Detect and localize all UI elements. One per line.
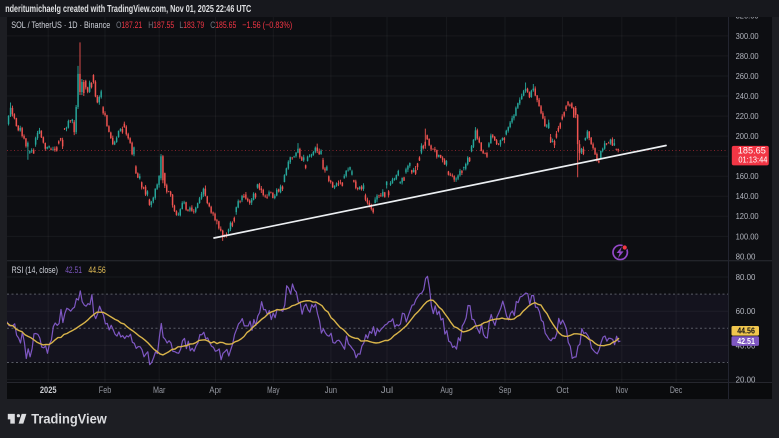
- svg-text:44.56: 44.56: [88, 265, 105, 276]
- svg-text:100.00: 100.00: [736, 231, 759, 241]
- svg-text:Apr: Apr: [209, 385, 221, 395]
- svg-text:Feb: Feb: [99, 385, 111, 395]
- svg-text:60.00: 60.00: [736, 306, 756, 316]
- svg-text:Dec: Dec: [670, 385, 683, 395]
- svg-text:240.00: 240.00: [736, 91, 759, 101]
- svg-text:42.51: 42.51: [65, 265, 82, 276]
- svg-text:20.00: 20.00: [736, 375, 756, 385]
- svg-text:Oct: Oct: [556, 385, 569, 395]
- svg-text:200.00: 200.00: [736, 131, 759, 141]
- svg-text:O187.21: O187.21: [116, 20, 142, 31]
- svg-text:Aug: Aug: [440, 385, 452, 395]
- svg-text:Jun: Jun: [325, 385, 337, 395]
- svg-text:TradingView: TradingView: [31, 410, 107, 426]
- svg-text:140.00: 140.00: [736, 191, 759, 201]
- svg-text:185.65: 185.65: [738, 146, 766, 156]
- svg-text:80.00: 80.00: [736, 251, 756, 261]
- svg-text:RSI (14, close): RSI (14, close): [12, 265, 58, 276]
- svg-text:01:13:44: 01:13:44: [738, 156, 768, 165]
- svg-text:44.56: 44.56: [737, 326, 755, 336]
- svg-text:May: May: [267, 385, 280, 395]
- svg-text:Sep: Sep: [499, 385, 511, 395]
- svg-text:nderitumichaelg created with T: nderitumichaelg created with TradingView…: [5, 3, 251, 15]
- svg-text:260.00: 260.00: [736, 71, 759, 81]
- svg-text:SOL / TetherUS · 1D · Binance: SOL / TetherUS · 1D · Binance: [11, 20, 110, 31]
- svg-text:120.00: 120.00: [736, 211, 759, 221]
- svg-text:300.00: 300.00: [736, 31, 759, 41]
- svg-text:L183.79: L183.79: [179, 20, 204, 31]
- svg-text:Jul: Jul: [381, 385, 393, 395]
- svg-text:H187.55: H187.55: [148, 20, 174, 31]
- svg-text:280.00: 280.00: [736, 51, 759, 61]
- svg-text:C185.65: C185.65: [210, 20, 236, 31]
- svg-text:42.51: 42.51: [737, 336, 755, 346]
- svg-text:Mar: Mar: [153, 385, 165, 395]
- svg-text:Nov: Nov: [616, 385, 629, 395]
- svg-text:80.00: 80.00: [736, 272, 756, 282]
- svg-text:160.00: 160.00: [736, 171, 759, 181]
- svg-text:2025: 2025: [40, 385, 57, 395]
- svg-text:−1.56 (−0.83%): −1.56 (−0.83%): [242, 20, 292, 31]
- svg-text:220.00: 220.00: [736, 111, 759, 121]
